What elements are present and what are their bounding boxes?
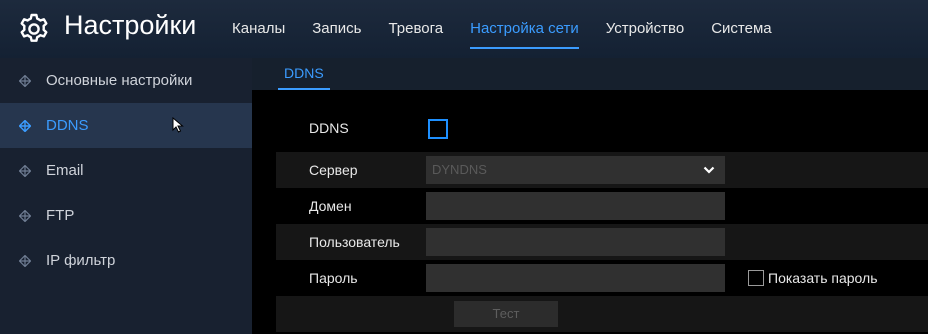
menu-item-network[interactable]: Настройка сети <box>470 0 579 58</box>
menu-item-record[interactable]: Запись <box>312 0 361 58</box>
test-row: Тест <box>276 296 928 332</box>
sidebar-item-ftp[interactable]: FTP <box>0 193 252 238</box>
user-label: Пользователь <box>309 234 400 250</box>
sidebar-item-email[interactable]: Email <box>0 148 252 193</box>
domain-label: Домен <box>309 198 352 214</box>
diamond-icon <box>19 254 31 267</box>
sidebar-item-ddns[interactable]: DDNS <box>0 103 252 148</box>
menu-item-system[interactable]: Система <box>711 0 771 58</box>
show-password-checkbox[interactable] <box>748 270 764 286</box>
main-menu: Каналы Запись Тревога Настройка сети Уст… <box>232 0 799 58</box>
password-label: Пароль <box>309 270 358 286</box>
sidebar-item-label: FTP <box>46 207 75 224</box>
test-button[interactable]: Тест <box>454 301 558 327</box>
password-input[interactable] <box>426 264 725 292</box>
ddns-row: DDNS <box>276 110 928 146</box>
diamond-icon <box>19 74 31 87</box>
diamond-icon <box>19 164 31 177</box>
ddns-label: DDNS <box>309 120 349 136</box>
sidebar-item-label: Email <box>46 162 84 179</box>
top-bar: Настройки Каналы Запись Тревога Настройк… <box>0 0 928 59</box>
domain-row: Домен <box>276 188 928 224</box>
main-panel: DDNS DDNS Сервер DYNDNS Домен Пользовате… <box>252 58 928 334</box>
sidebar: Основные настройки DDNS Email FTP IP фил… <box>0 58 252 334</box>
sidebar-item-label: DDNS <box>46 117 89 134</box>
page-title: Настройки <box>64 10 197 40</box>
tab-ddns[interactable]: DDNS <box>278 58 330 90</box>
menu-item-alarm[interactable]: Тревога <box>388 0 443 58</box>
domain-input[interactable] <box>426 192 725 220</box>
menu-item-channels[interactable]: Каналы <box>232 0 285 58</box>
menu-item-device[interactable]: Устройство <box>606 0 684 58</box>
ddns-enable-checkbox[interactable] <box>428 119 448 139</box>
server-row: Сервер DYNDNS <box>276 152 928 188</box>
sidebar-item-general[interactable]: Основные настройки <box>0 58 252 103</box>
password-row: Пароль Показать пароль <box>276 260 928 296</box>
sidebar-item-label: Основные настройки <box>46 72 193 89</box>
user-input[interactable] <box>426 228 725 256</box>
diamond-icon <box>19 209 31 222</box>
sidebar-item-label: IP фильтр <box>46 252 116 269</box>
user-row: Пользователь <box>276 224 928 260</box>
show-password-label[interactable]: Показать пароль <box>768 260 878 296</box>
diamond-icon <box>19 119 31 132</box>
mouse-cursor-icon <box>172 117 184 133</box>
server-label: Сервер <box>309 162 358 178</box>
server-select-value: DYNDNS <box>432 162 487 177</box>
tab-bar: DDNS <box>252 58 928 90</box>
chevron-down-icon <box>703 166 715 174</box>
server-select[interactable]: DYNDNS <box>426 156 725 184</box>
gear-icon <box>20 13 48 42</box>
sidebar-item-ip-filter[interactable]: IP фильтр <box>0 238 252 283</box>
